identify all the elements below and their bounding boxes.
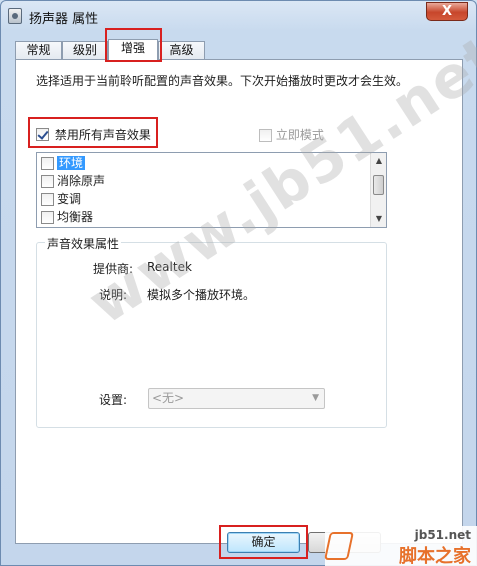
effect-label: 变调	[57, 192, 82, 206]
tab-enhancements[interactable]: 增强	[108, 39, 158, 61]
chevron-down-icon: ▼	[312, 393, 319, 403]
checkbox-unchecked-icon	[259, 129, 272, 142]
checkbox-unchecked-icon[interactable]	[41, 193, 54, 206]
effect-label: 环境	[57, 156, 86, 170]
tab-general[interactable]: 常规	[15, 41, 62, 60]
disable-all-effects-checkbox[interactable]: 禁用所有声音效果	[36, 126, 151, 143]
logo-name: 脚本之家	[399, 546, 471, 566]
logo-url: jb51.net	[414, 528, 471, 542]
checkbox-unchecked-icon[interactable]	[41, 175, 54, 188]
list-item[interactable]: 变调	[41, 190, 81, 208]
list-item[interactable]: 均衡器	[41, 208, 93, 226]
logo-mark-icon	[324, 532, 354, 560]
effect-label: 均衡器	[57, 210, 94, 224]
speaker-icon	[8, 8, 22, 24]
tab-advanced[interactable]: 高级	[158, 41, 205, 60]
tab-levels[interactable]: 级别	[62, 41, 108, 60]
checkbox-checked-icon	[36, 128, 49, 141]
window-title: 扬声器 属性	[29, 12, 99, 27]
disable-all-effects-label: 禁用所有声音效果	[54, 128, 151, 142]
list-item[interactable]: 消除原声	[41, 172, 105, 190]
settings-select[interactable]: <无> ▼	[148, 388, 325, 409]
group-title: 声音效果属性	[45, 235, 122, 252]
close-button[interactable]: X	[426, 2, 468, 21]
ok-button[interactable]: 确定	[227, 532, 300, 553]
site-logo: jb51.net 脚本之家	[324, 526, 477, 566]
title-bar[interactable]: 扬声器 属性 X	[1, 1, 476, 31]
settings-value: <无>	[152, 391, 185, 405]
scroll-down-icon[interactable]: ▼	[371, 211, 386, 227]
scroll-thumb[interactable]	[373, 175, 384, 195]
checkbox-unchecked-icon[interactable]	[41, 157, 54, 170]
list-item[interactable]: 环境	[41, 154, 86, 172]
effect-label: 消除原声	[57, 174, 106, 188]
settings-label: 设置:	[99, 393, 128, 407]
checkbox-unchecked-icon[interactable]	[41, 211, 54, 224]
